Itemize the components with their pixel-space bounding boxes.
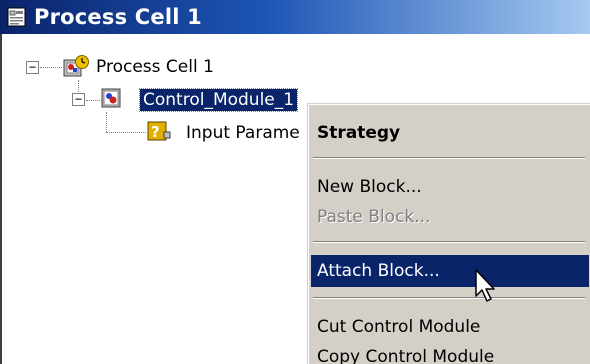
menu-separator (313, 241, 585, 243)
menu-separator (313, 157, 585, 159)
tree-node-process-cell[interactable]: Process Cell 1 (96, 56, 214, 78)
process-cell-icon (62, 54, 89, 78)
tree-connector (106, 132, 146, 133)
menu-item-cut-control-module[interactable]: Cut Control Module (311, 311, 589, 343)
arrow-cursor-icon (474, 268, 500, 304)
control-module-icon (100, 87, 126, 111)
tree-node-control-module[interactable]: Control_Module_1 (138, 88, 299, 112)
menu-item-new-block[interactable]: New Block... (311, 171, 589, 203)
tree-connector (40, 67, 62, 68)
tree-expander-module[interactable]: − (72, 93, 85, 106)
menu-item-paste-block[interactable]: Paste Block... (311, 201, 589, 233)
explorer-window-icon (6, 6, 28, 28)
menu-item-copy-control-module[interactable]: Copy Control Module (311, 341, 589, 364)
menu-item-attach-block[interactable]: Attach Block... (311, 255, 589, 287)
tree-node-input-parameter[interactable]: Input Parame (186, 122, 300, 144)
window-title: Process Cell 1 (34, 5, 202, 29)
menu-separator (313, 297, 585, 299)
tree-expander-root[interactable]: − (26, 61, 39, 74)
svg-text:?: ? (151, 123, 160, 141)
explorer-window: Process Cell 1 − Process Cell 1 − Contro… (0, 0, 590, 364)
tree-connector (86, 100, 100, 101)
context-menu: Strategy New Block... Paste Block... Att… (308, 104, 590, 364)
tree-connector (106, 112, 107, 132)
menu-header-strategy: Strategy (317, 123, 401, 143)
title-bar[interactable]: Process Cell 1 (0, 0, 590, 34)
input-parameter-icon: ? (146, 120, 172, 144)
